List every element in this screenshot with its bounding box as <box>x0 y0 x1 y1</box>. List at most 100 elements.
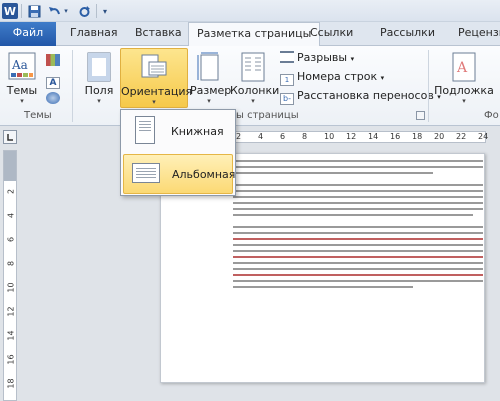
text-line <box>233 214 473 216</box>
separator <box>21 4 22 18</box>
svg-text:Aa: Aa <box>11 58 28 72</box>
theme-colors-button[interactable] <box>46 52 63 70</box>
line-numbers-label: Номера строк <box>297 70 378 83</box>
ruler-number: 12 <box>346 132 357 141</box>
title-bar: W ▾ ▾ <box>0 0 500 22</box>
themes-label: Темы <box>6 84 38 97</box>
text-line <box>233 268 483 270</box>
tab-review[interactable]: Рецензи <box>450 22 500 46</box>
watermark-button[interactable]: A Подложка ▾ <box>434 48 494 108</box>
theme-effects-button[interactable] <box>46 90 63 108</box>
ruler-margin <box>4 151 16 181</box>
ruler-number: 6 <box>280 132 286 141</box>
ribbon-tabs: Файл Главная Вставка Разметка страницы С… <box>0 22 500 47</box>
undo-icon[interactable] <box>46 3 62 19</box>
chevron-down-icon: ▾ <box>152 98 156 106</box>
size-button[interactable]: Размер ▾ <box>190 48 232 108</box>
text-line <box>233 274 483 276</box>
chevron-down-icon: ▾ <box>462 97 466 105</box>
ruler-number: 8 <box>6 260 16 267</box>
text-line <box>233 184 483 186</box>
vertical-ruler[interactable]: 2 4 6 8 10 12 14 16 18 <box>3 150 17 401</box>
ruler-number: 10 <box>6 282 16 293</box>
ruler-number: 8 <box>302 132 308 141</box>
breaks-icon <box>280 51 294 63</box>
orientation-label: Ориентация <box>121 85 193 98</box>
tab-page-layout[interactable]: Разметка страницы <box>188 22 321 47</box>
columns-icon <box>241 52 265 85</box>
tab-mailings[interactable]: Рассылки <box>372 22 443 46</box>
tab-selector-button[interactable] <box>3 130 17 144</box>
text-line <box>233 166 483 168</box>
watermark-icon: A <box>452 52 476 85</box>
text-line <box>233 244 483 246</box>
orientation-icon <box>140 53 168 86</box>
columns-label: Колонки <box>230 84 280 97</box>
ruler-number: 14 <box>6 330 16 341</box>
themes-button[interactable]: Aa Темы ▾ <box>4 48 40 108</box>
ruler-number: 12 <box>6 306 16 317</box>
margins-label: Поля <box>84 84 114 97</box>
separator <box>72 50 73 122</box>
ruler-number: 14 <box>368 132 379 141</box>
hyphenation-button[interactable]: b- Расстановка переносов ▾ <box>280 87 441 105</box>
margins-icon <box>87 52 111 85</box>
portrait-label: Книжная <box>171 125 224 138</box>
ruler-number: 6 <box>6 236 16 243</box>
columns-button[interactable]: Колонки ▾ <box>230 48 280 108</box>
landscape-page-icon <box>132 163 160 183</box>
text-line <box>233 250 483 252</box>
tab-insert[interactable]: Вставка <box>127 22 190 46</box>
ruler-number: 16 <box>6 354 16 365</box>
text-line <box>233 286 413 288</box>
ruler-number: 16 <box>390 132 401 141</box>
orientation-menu: Книжная Альбомная <box>120 109 236 196</box>
text-line <box>233 232 483 234</box>
watermark-label: Подложка <box>434 84 494 97</box>
chevron-down-icon: ▾ <box>251 97 255 105</box>
redo-icon[interactable] <box>76 3 92 19</box>
menu-item-landscape[interactable]: Альбомная <box>123 154 236 194</box>
ruler-number: 2 <box>236 132 242 141</box>
breaks-label: Разрывы <box>297 51 348 64</box>
theme-colors-icon <box>46 54 60 66</box>
ruler-number: 18 <box>6 378 16 389</box>
chevron-down-icon: ▾ <box>350 55 355 63</box>
theme-fonts-button[interactable]: A <box>46 71 63 89</box>
tab-file[interactable]: Файл <box>0 22 56 46</box>
size-label: Размер <box>190 84 232 97</box>
hyphenation-icon: b- <box>280 93 294 105</box>
menu-item-portrait[interactable]: Книжная <box>123 112 233 152</box>
text-line <box>233 208 483 210</box>
page-background-group-label: Фо <box>484 110 499 121</box>
customize-icon[interactable]: ▾ <box>100 3 110 19</box>
separator <box>428 50 429 122</box>
text-line <box>233 226 483 228</box>
line-numbers-button[interactable]: 1 Номера строк ▾ <box>280 68 384 86</box>
save-icon[interactable] <box>26 3 42 19</box>
margins-button[interactable]: Поля ▾ <box>80 48 118 108</box>
hyphenation-label: Расстановка переносов <box>297 89 434 102</box>
horizontal-ruler[interactable]: 2 4 6 8 10 12 14 16 18 20 22 24 <box>0 127 500 147</box>
page-setup-group-label: ы страницы <box>236 110 299 121</box>
tab-home[interactable]: Главная <box>62 22 126 46</box>
text-line <box>233 262 483 264</box>
ruler-number: 20 <box>434 132 445 141</box>
text-line <box>233 190 483 192</box>
chevron-down-icon: ▾ <box>20 97 24 105</box>
breaks-button[interactable]: Разрывы ▾ <box>280 49 354 67</box>
tab-references[interactable]: Ссылки <box>302 22 361 46</box>
landscape-label: Альбомная <box>172 168 236 181</box>
chevron-down-icon: ▾ <box>97 97 101 105</box>
dialog-launcher-icon[interactable] <box>416 111 425 120</box>
undo-dropdown-icon[interactable]: ▾ <box>62 3 70 19</box>
word-icon[interactable]: W <box>2 3 18 19</box>
orientation-button[interactable]: Ориентация ▾ <box>120 48 193 108</box>
themes-icon: Aa <box>8 52 36 83</box>
ruler-number: 4 <box>6 212 16 219</box>
text-line <box>233 172 433 174</box>
text-line <box>233 202 483 204</box>
theme-effects-icon <box>46 92 60 104</box>
chevron-down-icon: ▾ <box>207 97 211 105</box>
ruler-number: 10 <box>324 132 335 141</box>
